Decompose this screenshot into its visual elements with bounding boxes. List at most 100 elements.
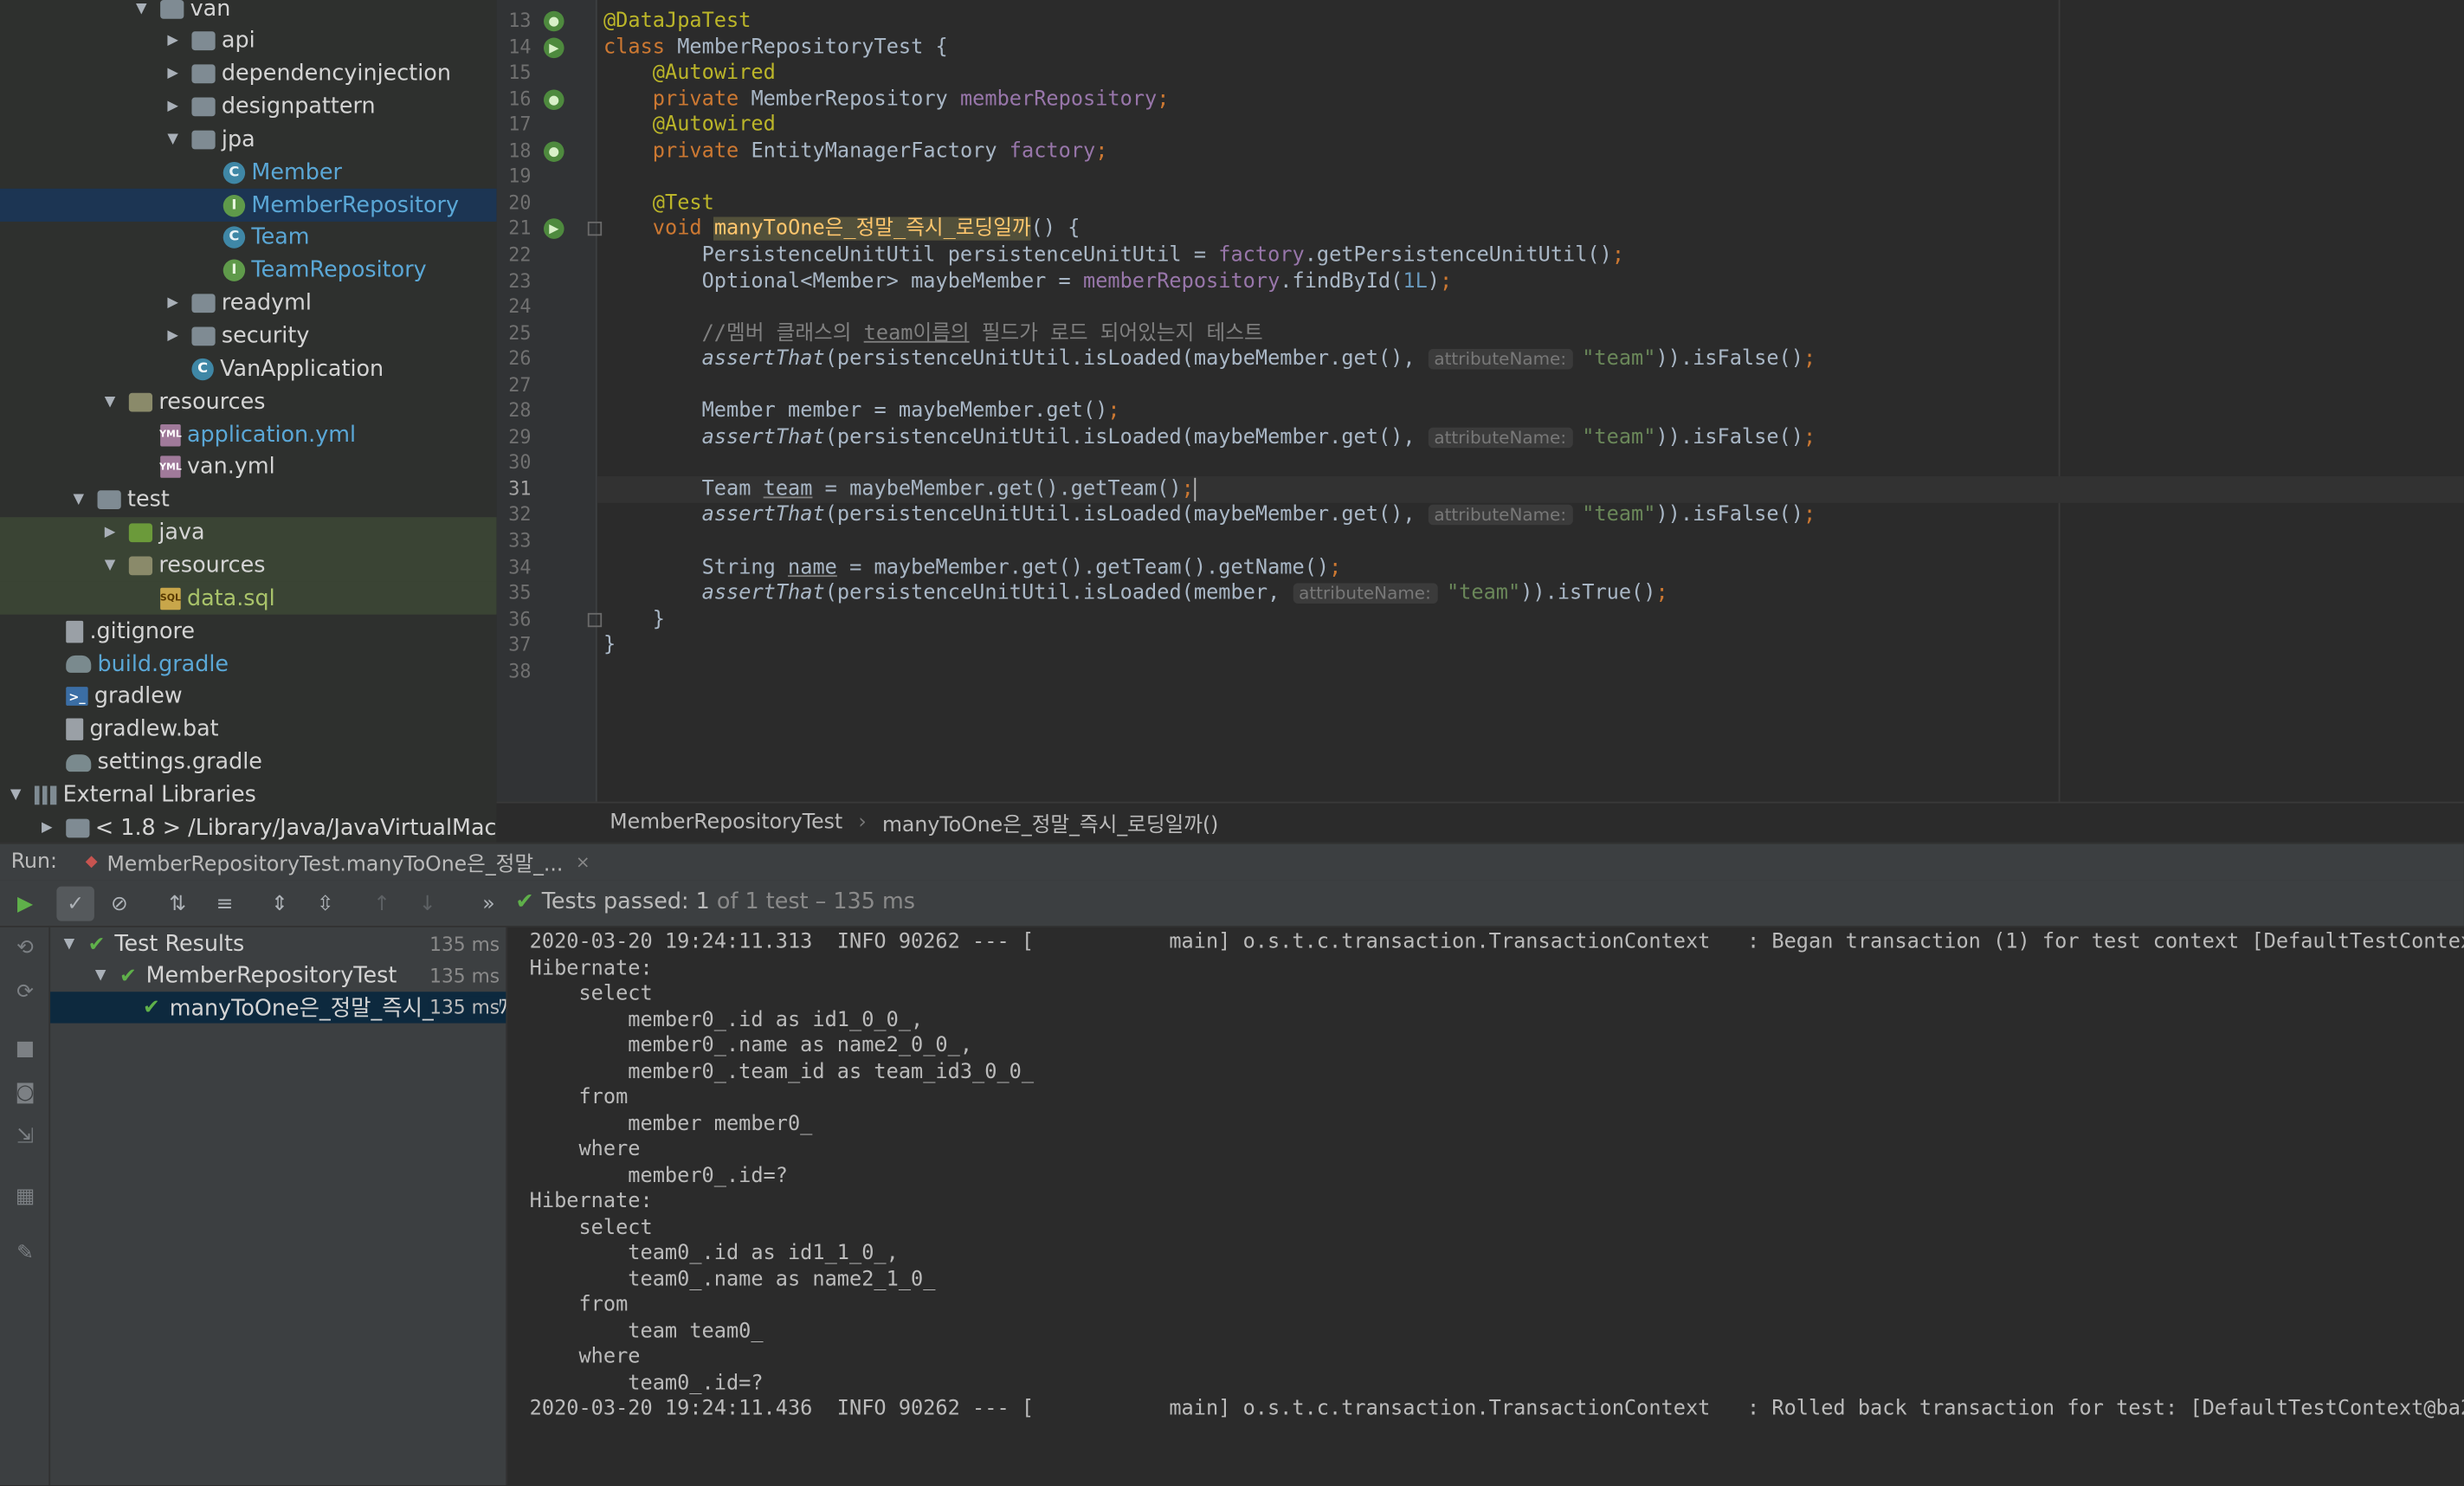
breadcrumb-method[interactable]: manyToOne은_정말_즉시_로딩일까() [882, 808, 1218, 837]
test-result-row[interactable]: ▼✔manyToOne은_정말_즉시_로딩일까135 ms [50, 992, 514, 1024]
spring-leaf-icon[interactable]: ● [543, 10, 564, 32]
collapse-arrow-icon[interactable]: ▶ [164, 328, 183, 344]
expand-arrow-icon[interactable]: ▼ [100, 394, 119, 410]
expand-arrow-icon[interactable]: ▼ [6, 787, 25, 803]
collapse-arrow-icon[interactable]: ▶ [164, 34, 183, 49]
tree-item[interactable]: ▼ test [0, 484, 497, 517]
test-result-row[interactable]: ▼ ✔ Test Results 135 ms [50, 929, 506, 960]
test-result-row[interactable]: ▼ ✔ MemberRepositoryTest 135 ms [50, 960, 506, 992]
export-icon[interactable]: ⇲ [10, 1126, 41, 1157]
tree-item[interactable]: ▶CTeam [0, 222, 497, 255]
code-line[interactable]: //멤버 클래스의 team이름의 필드가 로드 되어있는지 테스트 [603, 320, 1263, 347]
tree-item[interactable]: ▼ resources [0, 385, 497, 418]
tree-item[interactable]: ▶ dependencyinjection [0, 58, 497, 91]
tree-item[interactable]: ▶CVanApplication [0, 352, 497, 385]
tree-item[interactable]: ▶YMLvan.yml [0, 451, 497, 484]
fold-marker-icon[interactable] [587, 612, 603, 627]
code-line[interactable]: assertThat(persistenceUnitUtil.isLoaded(… [603, 346, 1816, 373]
code-line[interactable]: } [603, 606, 665, 633]
next-failed-icon[interactable]: ↓ [409, 887, 447, 921]
previous-failed-icon[interactable]: ↑ [363, 887, 401, 921]
sort-alphabetically-icon[interactable]: ⇅ [158, 887, 197, 921]
tree-item[interactable]: ▶>_gradlew [0, 681, 497, 714]
camera-icon[interactable]: ◙ [10, 1082, 41, 1113]
code-token: )).isFalse() [1655, 425, 1803, 449]
rerun-failed-icon[interactable]: ⟲ [10, 937, 41, 968]
tree-item[interactable]: ▶ java [0, 516, 497, 550]
show-ignored-icon[interactable]: ⊘ [100, 887, 139, 921]
tree-item[interactable]: ▶CMember [0, 156, 497, 189]
toggle-auto-test-icon[interactable]: ⟳ [10, 981, 41, 1012]
code-line[interactable]: @Autowired [603, 112, 776, 139]
tree-item[interactable]: ▼ jpa [0, 123, 497, 156]
code-line[interactable]: @Autowired [603, 60, 776, 87]
expand-arrow-icon[interactable]: ▼ [69, 493, 88, 508]
tree-item[interactable]: ▼ van [0, 0, 497, 25]
close-tab-icon[interactable]: × [576, 852, 590, 873]
expand-arrow-icon[interactable]: ▼ [91, 968, 110, 984]
run-config-tab[interactable]: ◆ MemberRepositoryTest.manyToOne은_정말_...… [86, 847, 590, 877]
tree-item[interactable]: ▶ITeamRepository [0, 255, 497, 288]
tree-item[interactable]: ▶ readyml [0, 287, 497, 320]
code-line[interactable]: Member member = maybeMember.get(); [603, 398, 1120, 425]
code-line[interactable]: Team team = maybeMember.get().getTeam(); [603, 476, 1196, 503]
project-tree[interactable]: ▼ van ▶ api ▶ dependencyinjection ▶ designpatte… [0, 0, 497, 843]
code-line[interactable]: private MemberRepository memberRepositor… [603, 86, 1170, 113]
show-passed-icon[interactable]: ✓ [56, 886, 94, 921]
collapse-all-icon[interactable]: ⇳ [306, 887, 345, 921]
code-line[interactable]: assertThat(persistenceUnitUtil.isLoaded(… [603, 424, 1816, 451]
tree-item[interactable]: ▼ resources [0, 549, 497, 583]
tree-item[interactable]: ▶settings.gradle [0, 746, 497, 779]
pin-icon[interactable]: ✎ [10, 1242, 41, 1273]
tree-item[interactable]: ▼ External Libraries [0, 779, 497, 811]
tree-item[interactable]: ▶ api [0, 25, 497, 58]
stop-icon[interactable]: ■ [10, 1037, 41, 1069]
tree-item[interactable]: ▶.gitignore [0, 615, 497, 648]
tree-item[interactable]: ▶gradlew.bat [0, 713, 497, 746]
expand-all-icon[interactable]: ⇕ [261, 887, 299, 921]
collapse-arrow-icon[interactable]: ▶ [38, 820, 56, 836]
code-editor[interactable]: 13 ● @DataJpaTest 14 ▶ class MemberRepository… [496, 0, 2464, 802]
tree-item[interactable]: ▶ designpattern [0, 90, 497, 123]
expand-arrow-icon[interactable]: ▼ [60, 937, 79, 953]
code-line[interactable]: PersistenceUnitUtil persistenceUnitUtil … [603, 242, 1624, 268]
expand-arrow-icon[interactable]: ▼ [100, 558, 119, 573]
tree-item[interactable]: ▶ security [0, 320, 497, 352]
run-test-icon[interactable]: ▶ [543, 36, 564, 58]
expand-arrow-icon[interactable]: ▼ [164, 132, 183, 147]
tree-item[interactable]: ▶build.gradle [0, 648, 497, 681]
fold-marker-icon[interactable] [587, 222, 603, 236]
code-line[interactable]: String name = maybeMember.get().getTeam(… [603, 554, 1342, 581]
code-line[interactable]: } [603, 632, 616, 659]
code-line[interactable]: assertThat(persistenceUnitUtil.isLoaded(… [603, 580, 1668, 607]
layout-icon[interactable]: ▦ [10, 1186, 41, 1217]
collapse-arrow-icon[interactable]: ▶ [164, 67, 183, 82]
expand-arrow-icon[interactable]: ▼ [132, 1, 151, 16]
collapse-arrow-icon[interactable]: ▶ [164, 99, 183, 114]
code-line[interactable]: class MemberRepositoryTest { [603, 34, 948, 61]
line-number: 15 [508, 61, 532, 84]
code-line[interactable]: Optional<Member> maybeMember = memberRep… [603, 268, 1453, 294]
tree-item[interactable]: ▶SQLdata.sql [0, 582, 497, 616]
code-line[interactable]: @DataJpaTest [603, 8, 751, 35]
code-line[interactable]: void manyToOne은_정말_즉시_로딩일까() { [603, 216, 1080, 242]
code-line[interactable]: private EntityManagerFactory factory; [603, 138, 1108, 165]
breadcrumb-class[interactable]: MemberRepositoryTest [610, 811, 842, 835]
console-output[interactable]: 2020-03-20 19:24:11.313 INFO 90262 --- [… [506, 927, 2464, 1486]
code-line[interactable]: @Test [603, 190, 714, 216]
tree-item[interactable]: ▶ < 1.8 > /Library/Java/JavaVirtualMac [0, 811, 497, 843]
bean-navigate-icon[interactable]: ● [543, 88, 564, 110]
rerun-icon[interactable]: ▶ [6, 887, 44, 921]
collapse-arrow-icon[interactable]: ▶ [100, 525, 119, 540]
tree-item[interactable]: ▶IMemberRepository [0, 188, 497, 223]
line-number: 29 [508, 425, 532, 448]
code-line[interactable]: assertThat(persistenceUnitUtil.isLoaded(… [603, 502, 1816, 529]
test-results-tree[interactable]: ▼ ✔ Test Results 135 ms ▼ ✔ MemberRepositoryTe… [50, 927, 514, 1486]
tree-item[interactable]: ▶YMLapplication.yml [0, 418, 497, 451]
bean-navigate-icon[interactable]: ● [543, 140, 564, 162]
tree-item-label: resources [158, 389, 266, 415]
collapse-arrow-icon[interactable]: ▶ [164, 295, 183, 311]
sort-by-duration-icon[interactable]: ≡ [206, 887, 244, 921]
more-actions-icon[interactable]: » [470, 887, 508, 921]
